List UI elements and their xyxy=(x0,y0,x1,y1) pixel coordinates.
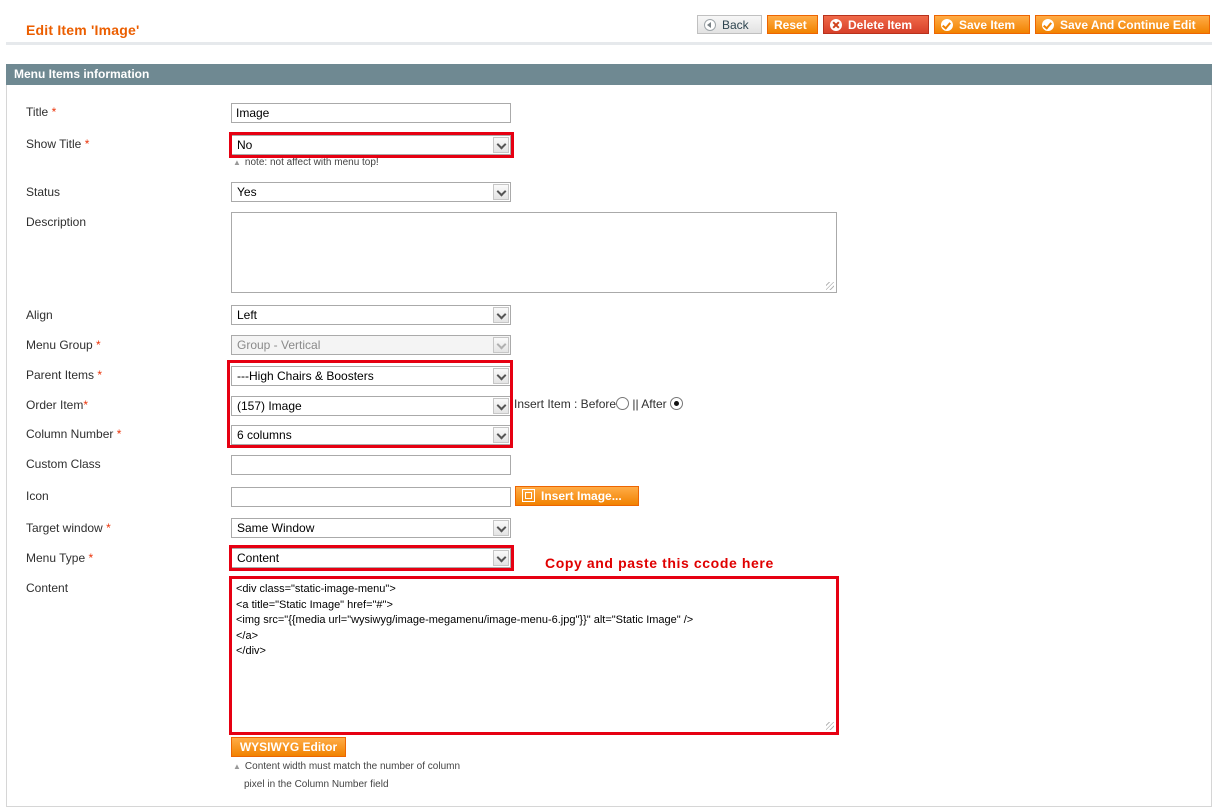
chevron-down-icon xyxy=(493,337,509,353)
menu-group-label: Menu Group * xyxy=(26,338,101,352)
content-label: Content xyxy=(26,581,69,595)
order-item-select[interactable]: (157) Image xyxy=(231,396,511,416)
content-textarea[interactable]: <div class="static-image-menu"> <a title… xyxy=(231,578,837,733)
image-icon xyxy=(522,489,535,502)
parent-items-select[interactable]: ---High Chairs & Boosters xyxy=(231,366,511,386)
title-label: Title * xyxy=(26,105,57,119)
back-label: Back xyxy=(722,18,749,32)
content-help-line1: ▲ Content width must match the number of … xyxy=(233,761,461,772)
page-header: Edit Item 'Image' Back Reset Delete Item… xyxy=(0,0,1216,48)
align-select[interactable]: Left xyxy=(231,305,511,325)
chevron-down-icon[interactable] xyxy=(493,520,509,536)
target-window-label: Target window * xyxy=(26,521,111,535)
insert-image-button[interactable]: Insert Image... xyxy=(515,486,639,506)
triangle-icon: ▲ xyxy=(233,158,241,167)
chevron-down-icon[interactable] xyxy=(493,184,509,200)
custom-class-input[interactable] xyxy=(231,455,511,475)
check-icon xyxy=(941,19,953,31)
icon-input[interactable] xyxy=(231,487,511,507)
status-select[interactable]: Yes xyxy=(231,182,511,202)
order-item-label: Order Item* xyxy=(26,398,89,412)
save-label: Save Item xyxy=(959,18,1016,32)
content-help-line2: pixel in the Column Number field xyxy=(244,779,389,790)
description-label: Description xyxy=(26,215,87,229)
align-label: Align xyxy=(26,308,53,322)
save-continue-button[interactable]: Save And Continue Edit xyxy=(1035,15,1210,34)
check-icon xyxy=(1042,19,1054,31)
icon-label: Icon xyxy=(26,489,49,503)
insert-after-label: || After xyxy=(632,397,667,411)
chevron-down-icon[interactable] xyxy=(493,368,509,384)
column-number-select[interactable]: 6 columns xyxy=(231,425,511,445)
save-continue-label: Save And Continue Edit xyxy=(1060,18,1196,32)
chevron-down-icon[interactable] xyxy=(493,550,509,566)
menu-type-select[interactable]: Content xyxy=(231,548,511,568)
delete-item-button[interactable]: Delete Item xyxy=(823,15,929,34)
back-arrow-icon xyxy=(704,19,716,31)
delete-icon xyxy=(830,19,842,31)
insert-position-options: Insert Item : Before || After xyxy=(514,397,683,411)
wysiwyg-editor-button[interactable]: WYSIWYG Editor xyxy=(231,737,346,757)
menu-type-label: Menu Type * xyxy=(26,551,94,565)
chevron-down-icon[interactable] xyxy=(493,398,509,414)
chevron-down-icon[interactable] xyxy=(493,427,509,443)
chevron-down-icon[interactable] xyxy=(493,137,509,153)
insert-before-radio[interactable] xyxy=(616,397,630,410)
delete-label: Delete Item xyxy=(848,18,913,32)
reset-button[interactable]: Reset xyxy=(767,15,818,34)
column-number-label: Column Number * xyxy=(26,427,122,441)
section-header: Menu Items information xyxy=(6,64,1212,85)
chevron-down-icon[interactable] xyxy=(493,307,509,323)
show-title-label: Show Title * xyxy=(26,137,90,151)
target-window-select[interactable]: Same Window xyxy=(231,518,511,538)
resize-grip-icon[interactable] xyxy=(826,722,834,730)
header-divider xyxy=(6,42,1212,45)
insert-before-label: Insert Item : Before xyxy=(514,397,617,411)
title-input[interactable] xyxy=(231,103,511,123)
insert-after-radio[interactable] xyxy=(669,397,683,410)
status-label: Status xyxy=(26,185,61,199)
resize-grip-icon[interactable] xyxy=(826,282,834,290)
show-title-select[interactable]: No xyxy=(231,135,511,155)
save-item-button[interactable]: Save Item xyxy=(934,15,1030,34)
menu-group-select: Group - Vertical xyxy=(231,335,511,355)
instruction-annotation: Copy and paste this ccode here xyxy=(545,555,774,571)
parent-items-label: Parent Items * xyxy=(26,368,103,382)
back-button[interactable]: Back xyxy=(697,15,762,34)
triangle-icon: ▲ xyxy=(233,762,241,771)
page-title: Edit Item 'Image' xyxy=(26,22,140,38)
description-textarea[interactable] xyxy=(231,212,837,293)
custom-class-label: Custom Class xyxy=(26,457,101,471)
show-title-note: ▲ note: not affect with menu top! xyxy=(233,157,379,168)
